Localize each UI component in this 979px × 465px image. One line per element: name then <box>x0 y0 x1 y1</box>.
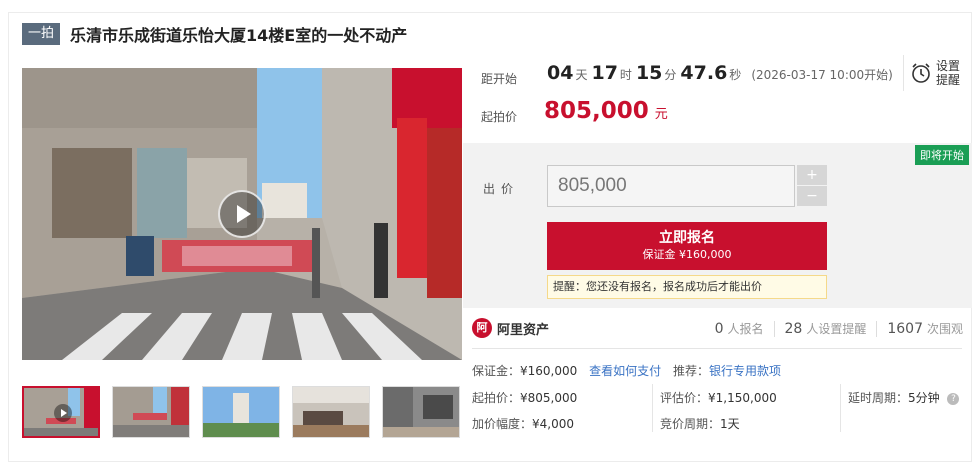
column-divider <box>840 384 841 432</box>
signup-count-label: 人报名 <box>727 322 764 336</box>
increment-info: 加价幅度：¥4,000 <box>472 415 574 432</box>
increment-value: ¥4,000 <box>532 417 575 431</box>
status-badge: 即将开始 <box>915 145 969 165</box>
set-reminder-button[interactable]: 设置提醒 <box>903 55 965 91</box>
thumbnail-4[interactable] <box>292 386 370 438</box>
signup-button[interactable]: 立即报名 保证金 ¥160,000 <box>547 222 827 270</box>
increment-label: 加价幅度： <box>472 417 533 431</box>
title-row: 一拍 乐清市乐成街道乐怡大厦14楼E室的一处不动产 <box>22 22 407 46</box>
platform-brand[interactable]: 阿 阿里资产 <box>472 318 549 338</box>
start-price-unit: 元 <box>654 107 668 122</box>
appraisal-value: ¥1,150,000 <box>708 391 777 405</box>
countdown-label: 距开始 <box>481 72 518 86</box>
thumbnail-3-image <box>203 387 279 437</box>
play-icon <box>237 205 251 223</box>
thumbnail-3[interactable] <box>202 386 280 438</box>
play-video-button[interactable] <box>218 190 266 238</box>
set-reminder-label: 设置提醒 <box>936 59 961 87</box>
stat-divider <box>773 320 775 337</box>
reminder-count: 28 <box>784 321 803 337</box>
countdown-days: 04 <box>547 62 574 84</box>
increase-bid-button[interactable]: + <box>797 165 827 185</box>
countdown-days-unit: 天 <box>575 68 588 82</box>
payment-help-link[interactable]: 查看如何支付 <box>589 364 661 378</box>
view-count-label: 次围观 <box>926 322 963 336</box>
bid-label: 出价 <box>483 182 520 196</box>
cycle-value: 1天 <box>720 417 740 431</box>
start-price-info-value: ¥805,000 <box>520 391 578 405</box>
thumbnail-strip <box>22 386 460 438</box>
delay-value: 5分钟 <box>908 391 940 405</box>
start-price-info-label: 起拍价： <box>472 391 521 405</box>
start-price-label: 起拍价 <box>481 110 518 124</box>
auction-round-tag: 一拍 <box>22 23 61 45</box>
start-price: 805,000 元 <box>544 98 668 124</box>
countdown-minutes: 15 <box>635 62 663 84</box>
bid-panel: 即将开始 出价 805,000 + − 立即报名 保证金 ¥160,000 提醒… <box>463 143 972 308</box>
platform-logo-icon: 阿 <box>472 318 492 338</box>
bank-payment-link[interactable]: 银行专用款项 <box>709 364 781 378</box>
thumbnail-2-image <box>113 387 189 437</box>
countdown-seconds: 47.6 <box>680 62 728 84</box>
cycle-info: 竞价周期：1天 <box>660 415 740 432</box>
thumbnail-2[interactable] <box>112 386 190 438</box>
cycle-label: 竞价周期： <box>660 417 721 431</box>
help-icon[interactable]: ? <box>947 392 960 405</box>
thumbnail-play-icon <box>54 404 72 422</box>
start-price-value: 805,000 <box>544 98 649 124</box>
countdown-minutes-unit: 分 <box>664 68 677 82</box>
thumbnail-5[interactable] <box>382 386 460 438</box>
start-price-info: 起拍价：¥805,000 <box>472 389 577 406</box>
countdown-timer: 04 天 17 时 15 分 47.6 秒 (2026-03-17 10:00开… <box>547 62 893 84</box>
delay-label: 延时周期： <box>848 391 909 405</box>
page-title: 乐清市乐成街道乐怡大厦14楼E室的一处不动产 <box>70 26 408 45</box>
delay-info: 延时周期：5分钟 ? <box>848 389 960 406</box>
thumbnail-5-image <box>383 387 459 437</box>
platform-name: 阿里资产 <box>497 322 550 338</box>
auction-start-time: (2026-03-17 10:00开始) <box>751 68 893 82</box>
view-count: 1607 <box>887 321 923 337</box>
signup-count: 0 <box>714 321 724 337</box>
column-divider <box>652 384 653 432</box>
countdown-hours: 17 <box>591 62 618 84</box>
countdown-hours-unit: 时 <box>619 68 632 82</box>
signup-button-label: 立即报名 <box>659 230 715 246</box>
alarm-clock-icon <box>912 63 930 83</box>
signup-deposit-label: 保证金 ¥160,000 <box>642 248 732 261</box>
decrease-bid-button[interactable]: − <box>797 186 827 206</box>
deposit-label: 保证金： <box>472 364 521 378</box>
deposit-value: ¥160,000 <box>520 364 578 378</box>
thumbnail-4-image <box>293 387 369 437</box>
signup-hint: 提醒：您还没有报名，报名成功后才能出价 <box>547 275 827 299</box>
deposit-info: 保证金：¥160,000 查看如何支付 推荐：银行专用款项 <box>472 362 781 379</box>
divider <box>472 348 962 349</box>
auction-stats: 0 人报名 28 人设置提醒 1607 次围观 <box>715 320 963 337</box>
thumbnail-1[interactable] <box>22 386 100 438</box>
countdown-seconds-unit: 秒 <box>729 68 742 82</box>
bid-amount-input[interactable]: 805,000 <box>547 165 795 207</box>
stat-divider <box>876 320 878 337</box>
recommend-label: 推荐： <box>672 364 709 378</box>
main-photo[interactable] <box>22 68 462 360</box>
appraisal-info: 评估价：¥1,150,000 <box>660 389 777 406</box>
reminder-count-label: 人设置提醒 <box>806 322 867 336</box>
appraisal-label: 评估价： <box>660 391 709 405</box>
